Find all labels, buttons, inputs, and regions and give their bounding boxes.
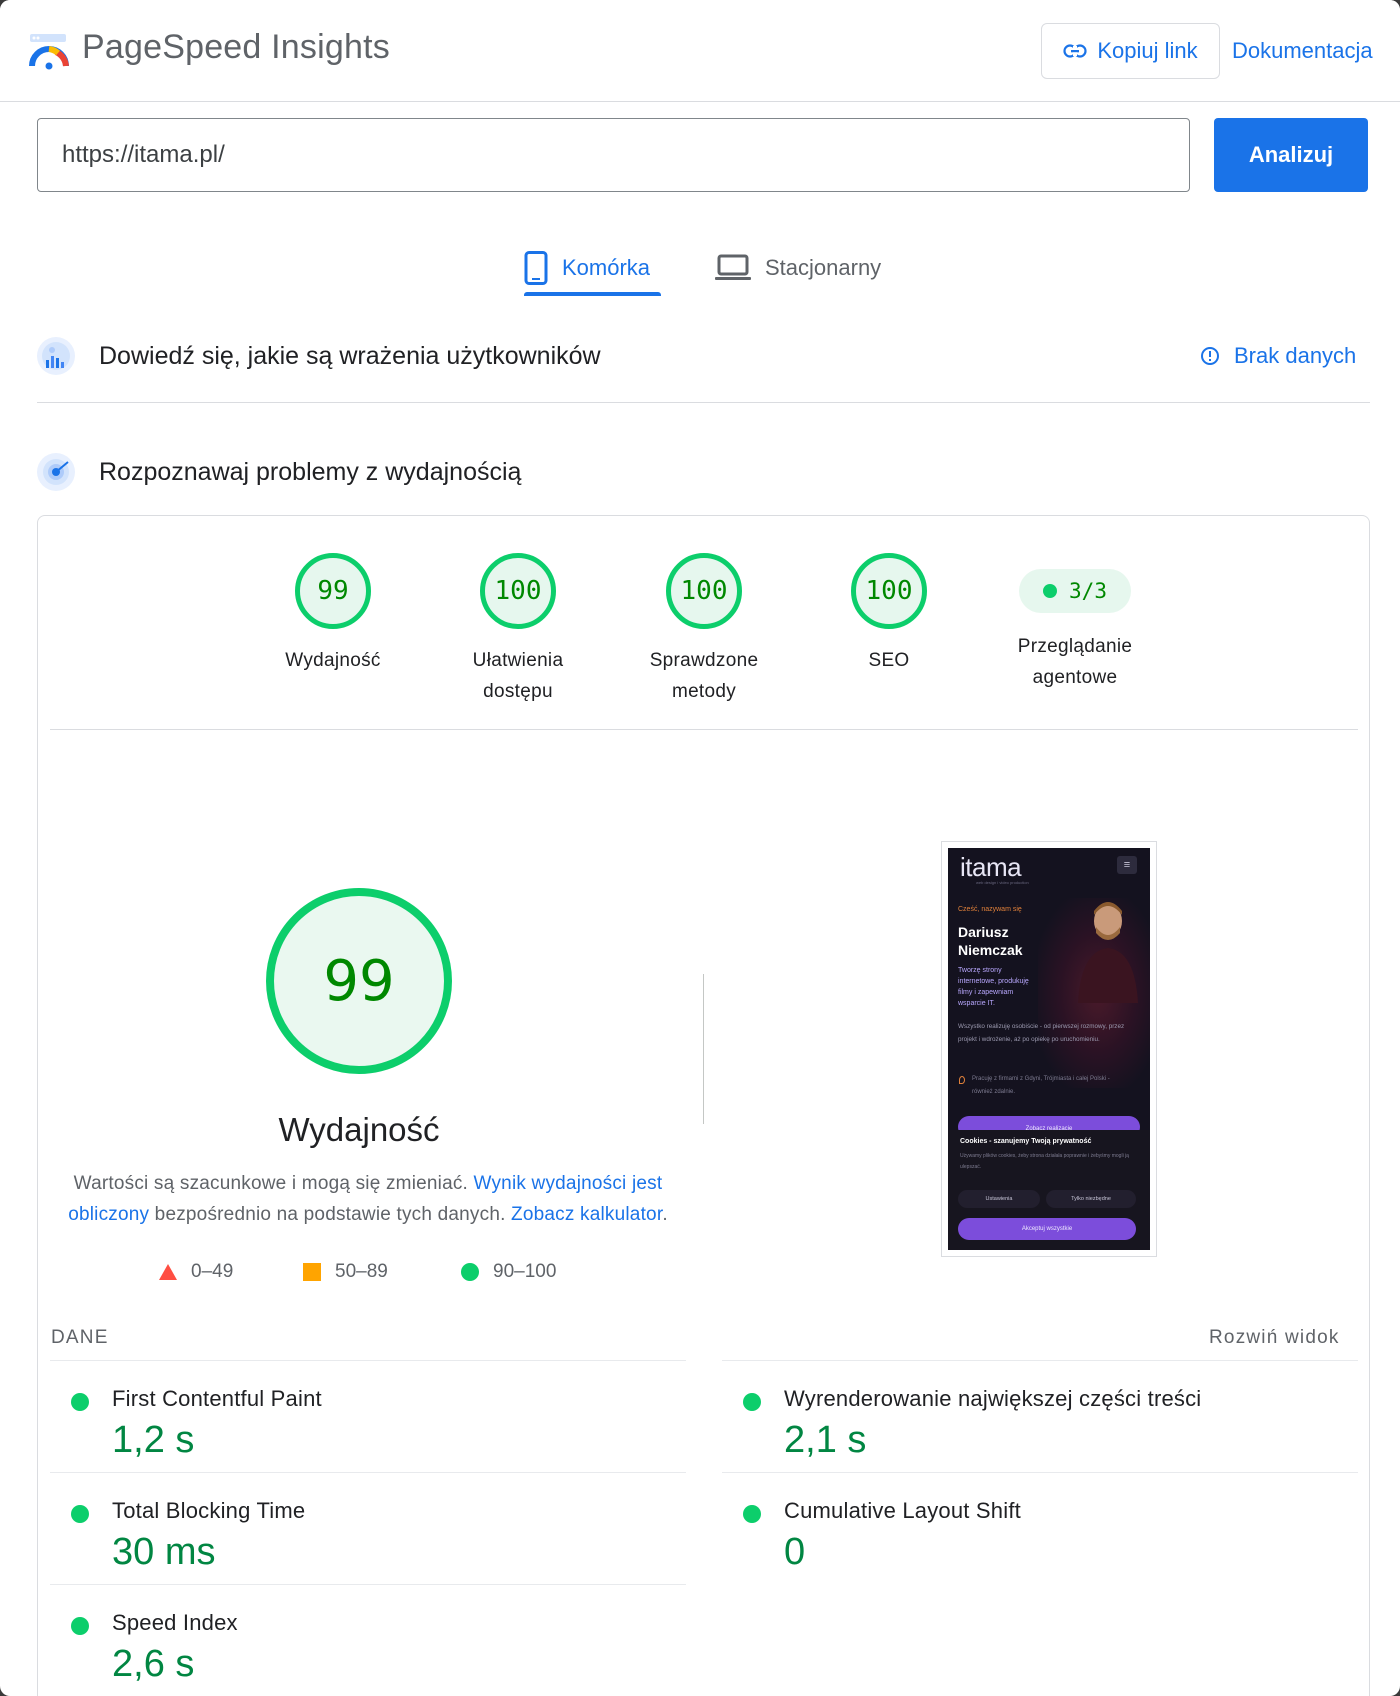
thumb-location: Pracuję z firmami z Gdyni, Trójmiasta i …: [972, 1076, 1110, 1095]
user-experience-icon: [37, 337, 75, 375]
analyze-button[interactable]: Analizuj: [1214, 118, 1368, 192]
metrics-section-label: DANE: [51, 1327, 109, 1348]
cookie-accept-button: Akceptuj wszystkie: [958, 1218, 1136, 1240]
legend-good: 90–100: [461, 1261, 556, 1283]
expand-view-link[interactable]: Rozwiń widok: [1209, 1327, 1340, 1349]
score-seo[interactable]: 100 SEO: [809, 516, 969, 676]
thumb-hello: Cześć, nazywam się: [958, 906, 1022, 913]
cookie-necessary-button: Tylko niezbędne: [1046, 1190, 1136, 1208]
vertical-separator: [703, 974, 704, 1124]
score-gauge: 99: [295, 553, 371, 629]
page-screenshot: itama web design i video production ≡ Cz…: [941, 841, 1157, 1257]
metric-value: 0: [784, 1531, 806, 1573]
good-dot-icon: [71, 1617, 89, 1635]
tab-mobile-label: Komórka: [562, 255, 651, 280]
no-data-label: Brak danych: [1234, 343, 1357, 368]
section-divider: [37, 402, 1370, 403]
metric-name: Speed Index: [112, 1610, 238, 1635]
performance-gauge: 99: [266, 888, 452, 1074]
screenshot-content: itama web design i video production ≡ Cz…: [948, 848, 1150, 1250]
user-experience-title: Dowiedź się, jakie są wrażenia użytkowni…: [99, 342, 601, 370]
metric-name: First Contentful Paint: [112, 1386, 322, 1411]
metric-speed-index: Speed Index 2,6 s: [50, 1584, 686, 1696]
app-header: PageSpeed Insights Kopiuj link Dokumenta…: [0, 0, 1400, 102]
metric-value: 2,1 s: [784, 1419, 867, 1461]
card-divider: [50, 729, 1358, 730]
no-data-link[interactable]: Brak danych: [1200, 343, 1356, 369]
circle-icon: [461, 1263, 479, 1281]
thumb-body: Wszystko realizuję osobiście - od pierws…: [958, 1023, 1125, 1043]
triangle-icon: [159, 1264, 177, 1280]
documentation-link[interactable]: Dokumentacja: [1232, 38, 1373, 64]
square-icon: [303, 1263, 321, 1281]
thumb-name: Dariusz Niemczak: [958, 924, 1023, 958]
metric-tbt: Total Blocking Time 30 ms: [50, 1472, 686, 1584]
metric-lcp: Wyrenderowanie największej części treści…: [722, 1360, 1358, 1472]
thumb-tagline: web design i video production: [976, 880, 1029, 885]
cookie-title: Cookies - szanujemy Twoją prywatność: [960, 1138, 1092, 1145]
thumb-logo: itama: [960, 852, 1022, 882]
hamburger-menu-icon: ≡: [1117, 856, 1137, 874]
info-icon: [1201, 347, 1219, 365]
performance-label: Wydajność: [278, 1111, 440, 1148]
metric-name: Total Blocking Time: [112, 1498, 306, 1523]
agentic-badge: 3/3: [1019, 569, 1131, 613]
legend-average: 50–89: [303, 1261, 388, 1283]
copy-link-label: Kopiuj link: [1097, 38, 1198, 63]
person-photo: [1078, 902, 1138, 1003]
score-gauge: 100: [480, 553, 556, 629]
tab-desktop-label: Stacjonarny: [765, 255, 882, 280]
good-dot-icon: [71, 1505, 89, 1523]
thumb-cookie-banner: Cookies - szanujemy Twoją prywatność Uży…: [948, 1130, 1150, 1250]
copy-link-button[interactable]: Kopiuj link: [1041, 23, 1220, 79]
app-title: PageSpeed Insights: [82, 28, 390, 66]
cookie-text: Używamy plików cookies, żeby strona dzia…: [960, 1153, 1129, 1170]
good-dot-icon: [71, 1393, 89, 1411]
location-pin-icon: [959, 1076, 965, 1084]
phone-icon: [524, 251, 548, 285]
tab-desktop[interactable]: Stacjonarny: [715, 238, 881, 298]
link-icon: [1063, 44, 1087, 58]
metric-name: Cumulative Layout Shift: [784, 1498, 1021, 1523]
good-dot-icon: [743, 1393, 761, 1411]
performance-description: Wartości są szacunkowe i mogą się zmieni…: [68, 1173, 668, 1225]
score-agentic-browsing[interactable]: 3/3 Przeglądanie agentowe: [995, 516, 1155, 693]
score-label: Ułatwienia dostępu: [472, 650, 564, 702]
browser-window: PageSpeed Insights Kopiuj link Dokumenta…: [0, 0, 1400, 1696]
cookie-settings-button: Ustawienia: [958, 1190, 1040, 1208]
score-performance[interactable]: 99 Wydajność: [253, 516, 413, 676]
score-best-practices[interactable]: 100 Sprawdzone metody: [624, 516, 784, 707]
legend-poor: 0–49: [159, 1261, 233, 1283]
metric-value: 1,2 s: [112, 1419, 195, 1461]
agentic-value: 3/3: [1069, 579, 1107, 603]
score-gauge: 100: [851, 553, 927, 629]
score-accessibility[interactable]: 100 Ułatwienia dostępu: [438, 516, 598, 707]
metric-value: 30 ms: [112, 1531, 216, 1573]
score-label: SEO: [868, 650, 910, 671]
thumb-subtitle: Tworzę strony internetowe, produkuję fil…: [958, 967, 1029, 1007]
score-label: Sprawdzone metody: [649, 650, 759, 702]
score-gauge: 100: [666, 553, 742, 629]
calculator-link[interactable]: Zobacz kalkulator: [511, 1204, 662, 1225]
pagespeed-logo-icon: [29, 34, 69, 70]
tab-mobile[interactable]: Komórka: [524, 238, 650, 298]
metric-value: 2,6 s: [112, 1643, 195, 1685]
active-tab-indicator: [524, 292, 661, 296]
diagnose-title: Rozpoznawaj problemy z wydajnością: [99, 458, 522, 486]
good-dot-icon: [743, 1505, 761, 1523]
pass-dot-icon: [1043, 584, 1058, 598]
laptop-icon: [715, 254, 751, 280]
metric-name: Wyrenderowanie największej części treści: [784, 1386, 1202, 1411]
score-label: Wydajność: [285, 650, 381, 671]
metric-cls: Cumulative Layout Shift 0: [722, 1472, 1358, 1584]
score-label: Przeglądanie agentowe: [1017, 636, 1133, 688]
metric-fcp: First Contentful Paint 1,2 s: [50, 1360, 686, 1472]
report-card: 99 Wydajność 100 Ułatwienia dostępu 100 …: [37, 515, 1370, 1696]
diagnose-icon: [37, 453, 75, 491]
url-input[interactable]: [37, 118, 1190, 192]
